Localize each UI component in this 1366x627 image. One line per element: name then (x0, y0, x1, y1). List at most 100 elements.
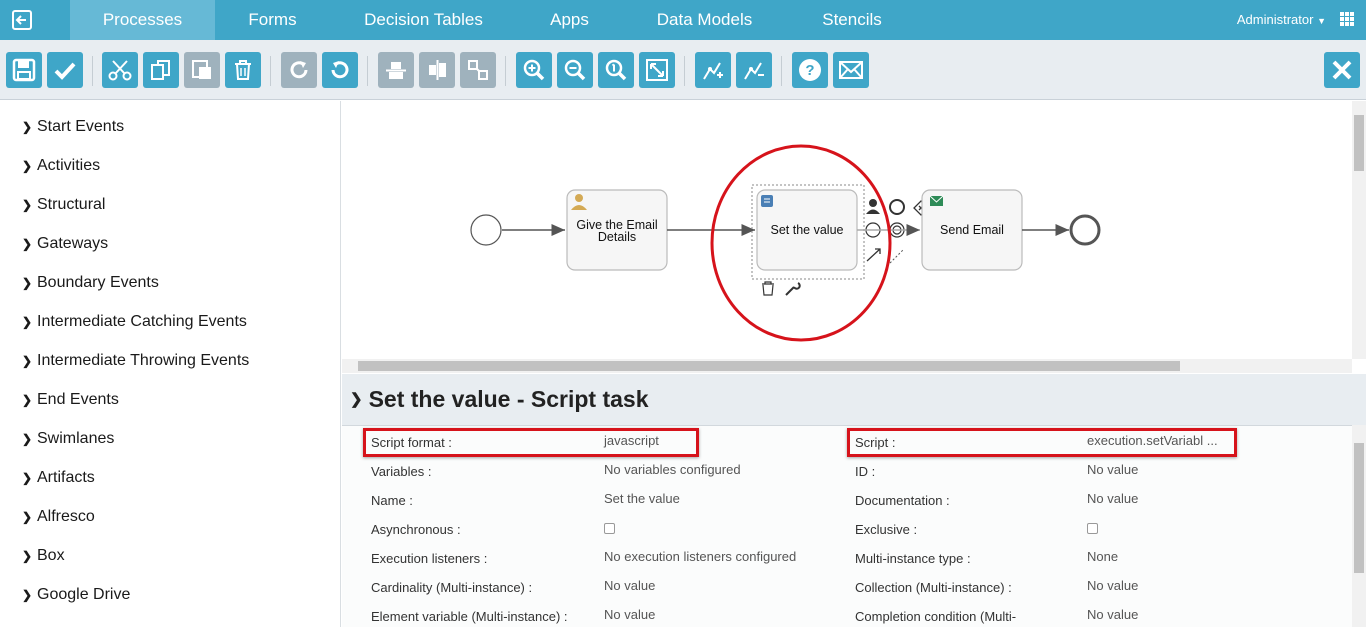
property-label: Completion condition (Multi- (855, 609, 1017, 624)
properties-title-text: Set the value - Script task (368, 386, 649, 412)
user-task-give-email-details[interactable]: Give the Email Details (566, 189, 668, 271)
tab-processes[interactable]: Processes (70, 0, 215, 47)
save-icon[interactable] (6, 52, 42, 88)
id-value[interactable]: No value (1087, 462, 1138, 477)
align-horizontal-icon[interactable] (378, 52, 414, 88)
palette-group-end-events[interactable]: ❯ End Events (22, 390, 119, 410)
element-variable-value[interactable]: No value (604, 607, 655, 622)
zoom-fit-icon[interactable] (639, 52, 675, 88)
toolbar-divider (781, 56, 782, 86)
property-label: Execution listeners : (371, 551, 488, 566)
palette-group-boundary-events[interactable]: ❯ Boundary Events (22, 273, 159, 293)
palette-group-label: Structural (37, 196, 106, 213)
mail-task-send-email[interactable]: Send Email (921, 189, 1023, 271)
palette-group-google-drive[interactable]: ❯ Google Drive (22, 585, 130, 605)
toolbar-divider (92, 56, 93, 86)
tab-decision-tables[interactable]: Decision Tables (330, 0, 517, 40)
variables-value[interactable]: No variables configured (604, 462, 741, 477)
toolbar-divider (505, 56, 506, 86)
properties-grid: Script format : javascript Script : exec… (342, 425, 1352, 627)
redo-icon[interactable] (281, 52, 317, 88)
palette-group-gateways[interactable]: ❯ Gateways (22, 234, 108, 254)
palette-group-activities[interactable]: ❯ Activities (22, 156, 100, 176)
highlight-box-script-format (363, 428, 699, 457)
add-user-task-icon[interactable] (866, 199, 880, 214)
properties-title[interactable]: ❯ Set the value - Script task (350, 386, 649, 413)
association-icon[interactable] (889, 248, 905, 264)
start-event[interactable] (470, 214, 502, 246)
tab-apps[interactable]: Apps (517, 0, 622, 40)
cut-icon[interactable] (102, 52, 138, 88)
align-vertical-icon[interactable] (419, 52, 455, 88)
palette-group-start-events[interactable]: ❯ Start Events (22, 117, 124, 137)
zoom-actual-icon[interactable] (598, 52, 634, 88)
back-icon[interactable] (0, 0, 44, 40)
name-value[interactable]: Set the value (604, 491, 680, 506)
palette-group-label: Activities (37, 157, 101, 174)
properties-panel: ❯ Set the value - Script task Script form… (342, 374, 1366, 627)
delete-shape-icon[interactable] (762, 281, 774, 296)
end-event[interactable] (1069, 214, 1101, 246)
chevron-right-icon: ❯ (22, 510, 33, 524)
palette-group-label: Swimlanes (37, 430, 115, 447)
morph-shape-wrench-icon[interactable] (785, 282, 801, 296)
bend-point-remove-icon[interactable] (736, 52, 772, 88)
tab-forms[interactable]: Forms (215, 0, 330, 40)
palette-group-label: Intermediate Throwing Events (37, 352, 250, 369)
properties-vertical-scrollbar[interactable] (1352, 425, 1366, 627)
execution-listeners-value[interactable]: No execution listeners configured (604, 549, 796, 564)
zoom-in-icon[interactable] (516, 52, 552, 88)
chevron-right-icon: ❯ (22, 354, 33, 368)
documentation-value[interactable]: No value (1087, 491, 1138, 506)
palette-group-intermediate-catching-events[interactable]: ❯ Intermediate Catching Events (22, 312, 247, 332)
add-end-event-icon[interactable] (889, 199, 905, 215)
bend-point-add-icon[interactable] (695, 52, 731, 88)
same-size-icon[interactable] (460, 52, 496, 88)
palette-group-alfresco[interactable]: ❯ Alfresco (22, 507, 95, 527)
tab-data-models[interactable]: Data Models (622, 0, 787, 40)
tab-stencils[interactable]: Stencils (787, 0, 917, 40)
canvas-vertical-scrollbar[interactable] (1352, 101, 1366, 359)
editor-toolbar: ? (0, 40, 1366, 100)
palette-group-box[interactable]: ❯ Box (22, 546, 65, 566)
shape-palette: ❯ Start Events ❯ Activities ❯ Structural ❯ G… (0, 101, 341, 627)
property-label: Asynchronous : (371, 522, 461, 537)
feedback-mail-icon[interactable] (833, 52, 869, 88)
copy-icon[interactable] (143, 52, 179, 88)
paste-icon[interactable] (184, 52, 220, 88)
task-label: Details (598, 230, 636, 244)
user-name: Administrator (1236, 12, 1314, 27)
chevron-right-icon: ❯ (22, 315, 33, 329)
chevron-down-icon[interactable]: ❯ (350, 391, 363, 408)
validate-icon[interactable] (47, 52, 83, 88)
multi-instance-type-value[interactable]: None (1087, 549, 1118, 564)
apps-grid-icon[interactable] (1340, 12, 1354, 26)
user-menu[interactable]: Administrator ▼ (1237, 12, 1326, 27)
cardinality-value[interactable]: No value (604, 578, 655, 593)
top-navigation-bar: Processes Forms Decision Tables Apps Dat… (0, 0, 1366, 47)
canvas-horizontal-scrollbar[interactable] (342, 359, 1352, 373)
chevron-right-icon: ❯ (22, 393, 33, 407)
scrollbar-thumb[interactable] (358, 361, 1180, 371)
property-label: Exclusive : (855, 522, 918, 537)
scrollbar-thumb[interactable] (1354, 115, 1364, 171)
palette-group-structural[interactable]: ❯ Structural (22, 195, 105, 215)
asynchronous-checkbox[interactable] (604, 523, 615, 534)
property-label: Collection (Multi-instance) : (855, 580, 1012, 595)
palette-group-artifacts[interactable]: ❯ Artifacts (22, 468, 95, 488)
delete-icon[interactable] (225, 52, 261, 88)
script-task-set-the-value[interactable]: Set the value (756, 189, 858, 271)
palette-group-intermediate-throwing-events[interactable]: ❯ Intermediate Throwing Events (22, 351, 249, 371)
close-editor-icon[interactable] (1324, 52, 1360, 88)
diagram-canvas[interactable]: Give the Email Details Set the value Sen… (342, 101, 1366, 374)
completion-condition-value[interactable]: No value (1087, 607, 1138, 622)
chevron-right-icon: ❯ (22, 588, 33, 602)
collection-value[interactable]: No value (1087, 578, 1138, 593)
zoom-out-icon[interactable] (557, 52, 593, 88)
palette-group-swimlanes[interactable]: ❯ Swimlanes (22, 429, 114, 449)
exclusive-checkbox[interactable] (1087, 523, 1098, 534)
help-icon[interactable]: ? (792, 52, 828, 88)
undo-icon[interactable] (322, 52, 358, 88)
connect-arrow-icon[interactable] (866, 248, 881, 262)
scrollbar-thumb[interactable] (1354, 443, 1364, 573)
